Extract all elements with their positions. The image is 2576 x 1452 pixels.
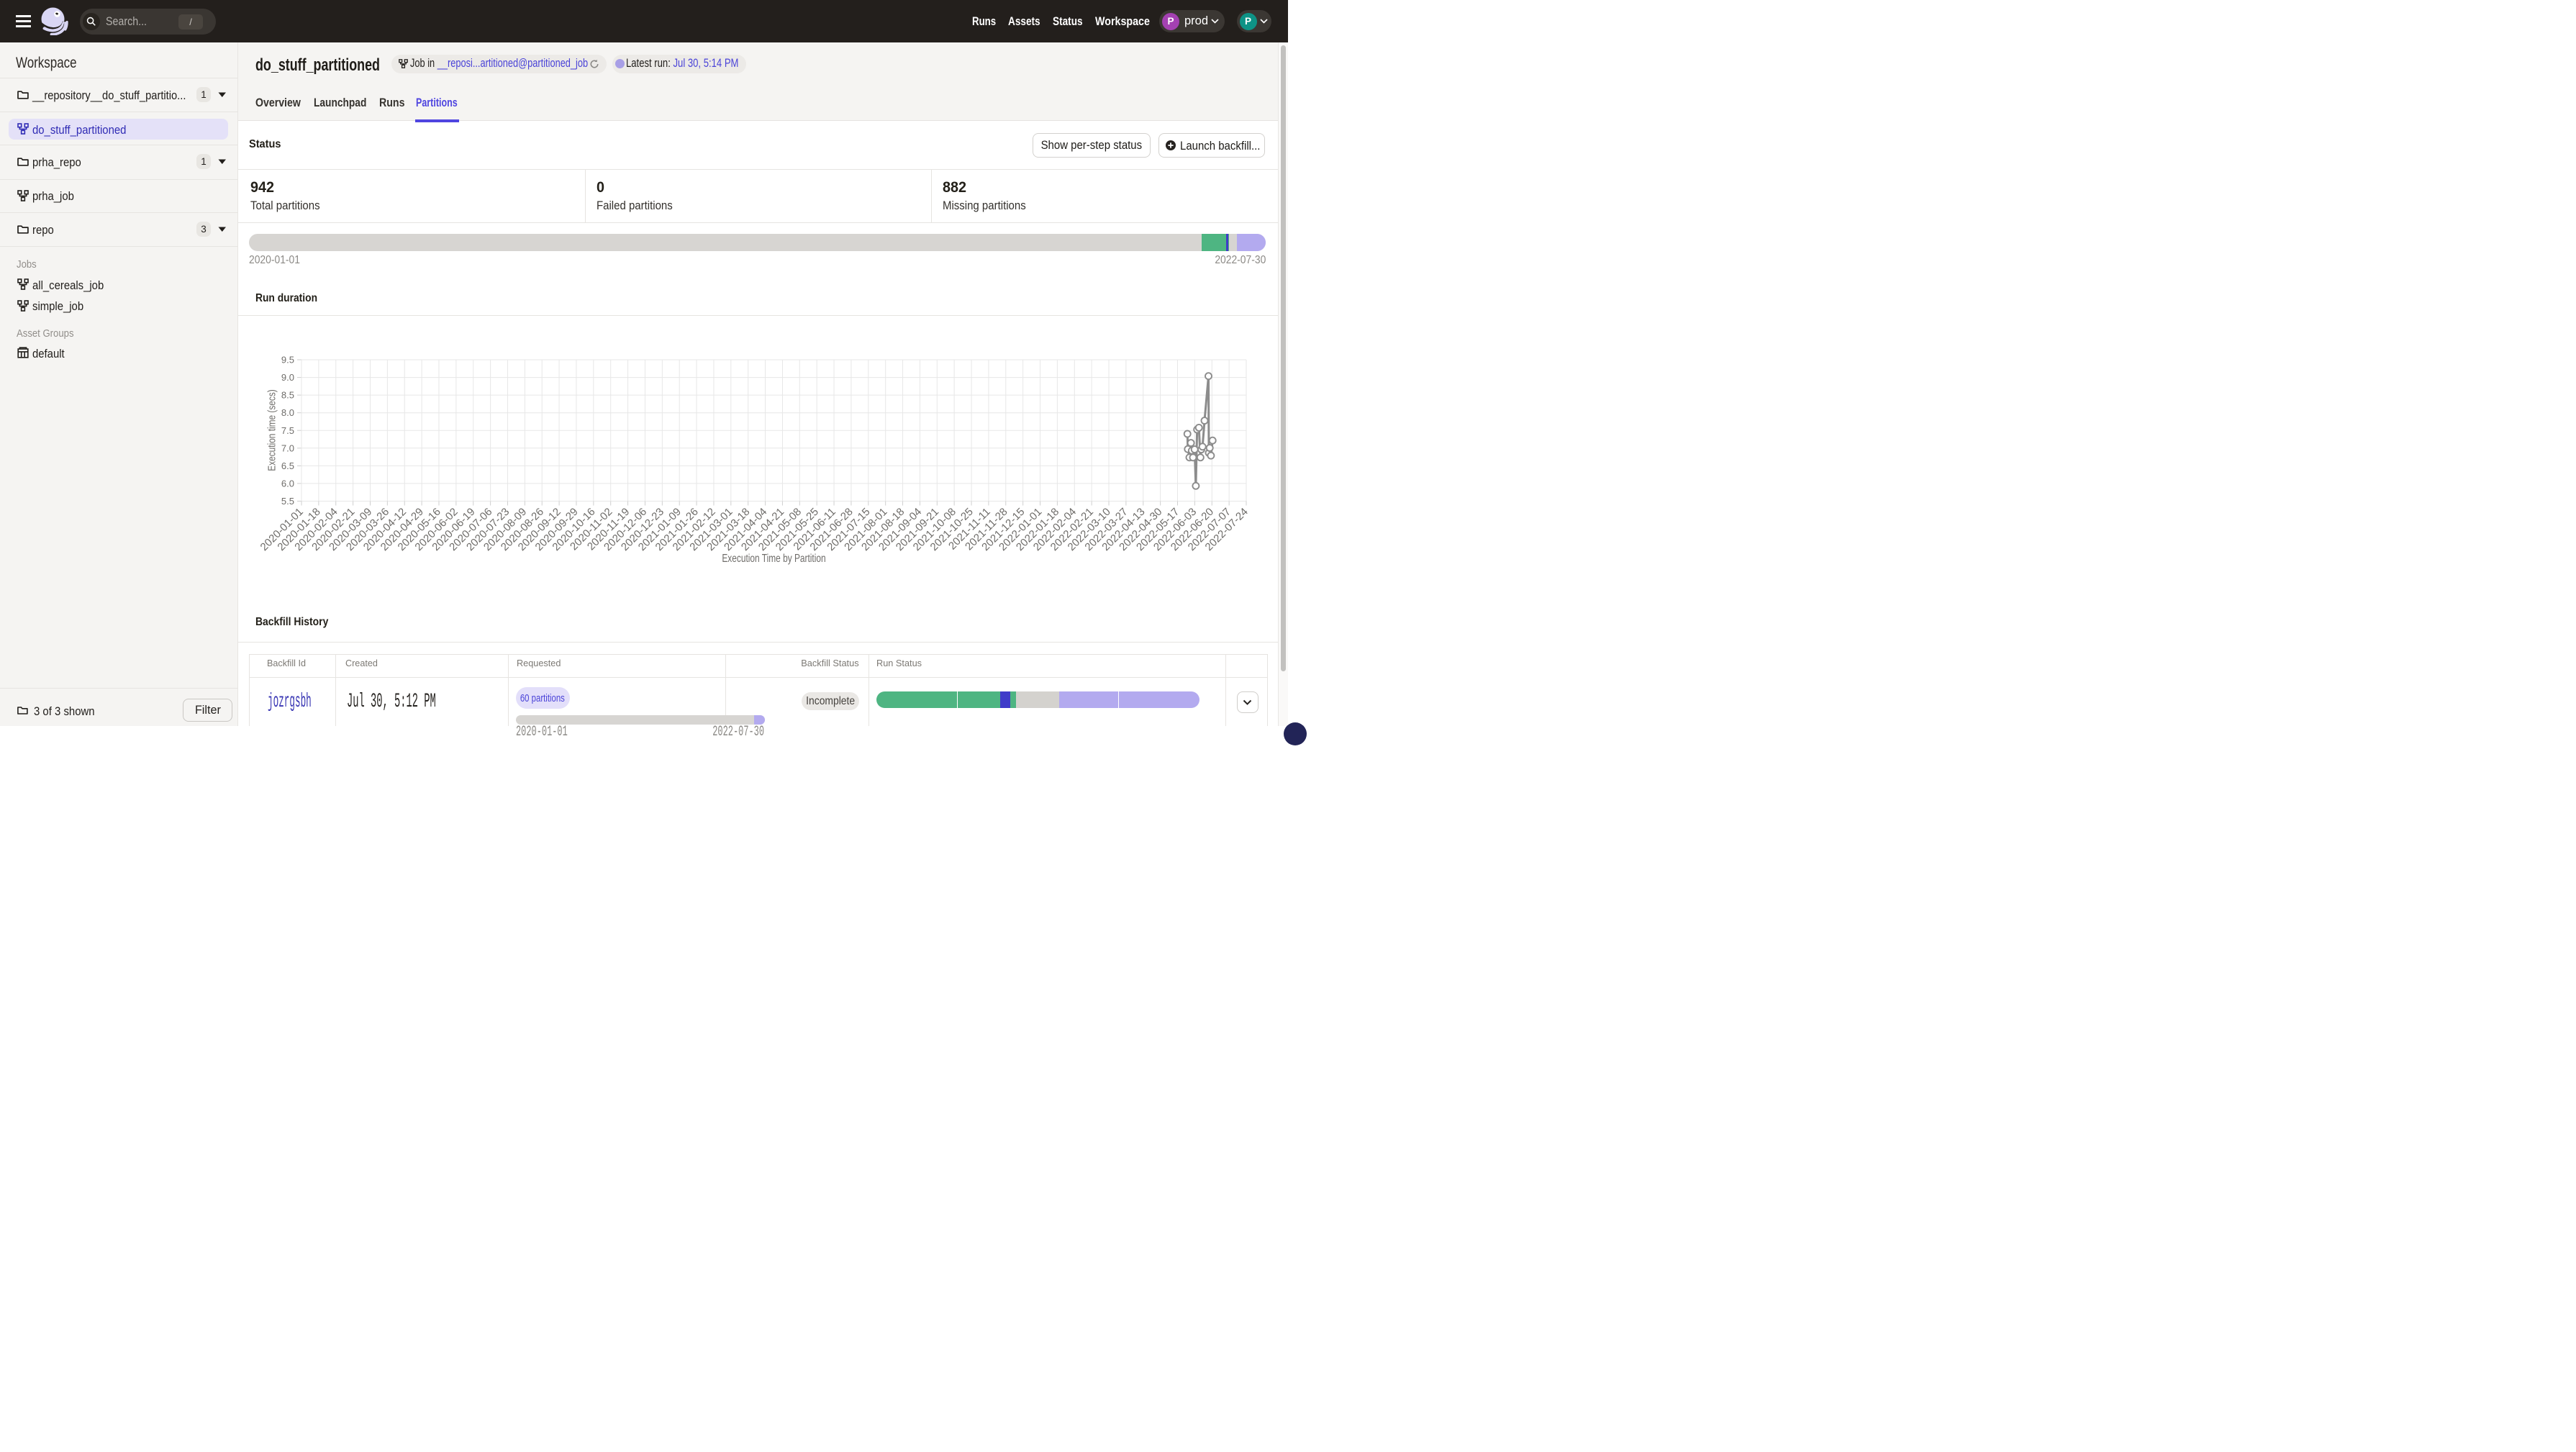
- svg-text:Execution time (secs): Execution time (secs): [266, 389, 278, 471]
- svg-text:9.5: 9.5: [281, 355, 294, 366]
- svg-text:6.5: 6.5: [281, 460, 294, 471]
- svg-text:8.5: 8.5: [281, 390, 294, 401]
- svg-text:5.5: 5.5: [281, 496, 294, 507]
- svg-text:7.5: 7.5: [281, 425, 294, 436]
- svg-text:7.0: 7.0: [281, 443, 294, 453]
- svg-text:9.0: 9.0: [281, 372, 294, 383]
- svg-text:6.0: 6.0: [281, 478, 294, 489]
- svg-text:8.0: 8.0: [281, 407, 294, 418]
- svg-text:Execution Time by Partition: Execution Time by Partition: [722, 551, 825, 564]
